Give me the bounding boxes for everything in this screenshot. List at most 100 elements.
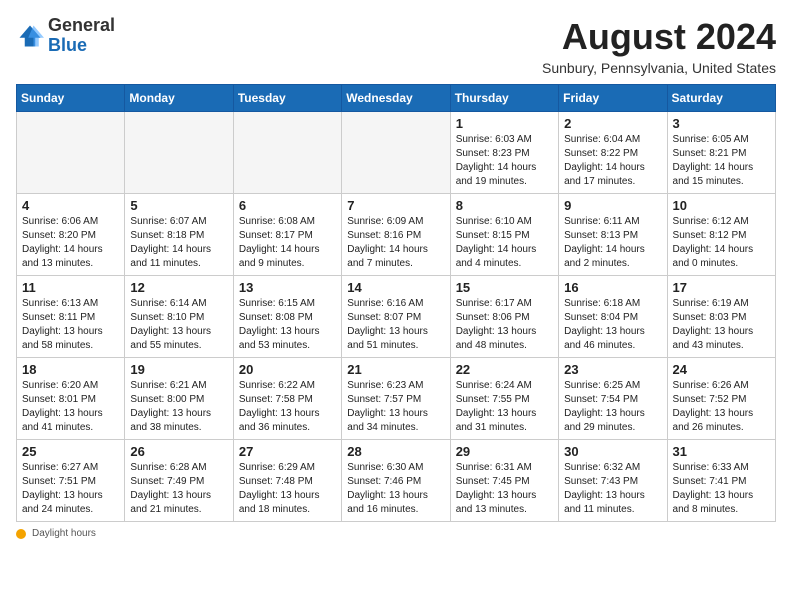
cell-sun-info: Sunrise: 6:27 AMSunset: 7:51 PMDaylight:… — [22, 461, 119, 517]
day-of-week-header: Sunday — [17, 85, 125, 112]
cell-day-number: 8 — [456, 198, 553, 213]
calendar-cell: 9 Sunrise: 6:11 AMSunset: 8:13 PMDaylight… — [559, 194, 667, 276]
cell-sun-info: Sunrise: 6:10 AMSunset: 8:15 PMDaylight:… — [456, 215, 553, 271]
cell-sun-info: Sunrise: 6:19 AMSunset: 8:03 PMDaylight:… — [673, 297, 770, 353]
cell-daylight: Daylight: 13 hours and 48 minutes. — [456, 325, 553, 353]
calendar-cell: 13Sunrise: 6:15 AMSunset: 8:08 PMDayligh… — [233, 276, 341, 358]
cell-sunset: Sunset: 7:51 PM — [22, 475, 119, 489]
cell-sunset: Sunset: 7:49 PM — [130, 475, 227, 489]
cell-day-number: 15 — [456, 280, 553, 295]
calendar-cell: 6Sunrise: 6:08 AMSunset: 8:17 PMDaylight… — [233, 194, 341, 276]
cell-sunset: Sunset: 7:45 PM — [456, 475, 553, 489]
cell-day-number: 26 — [130, 444, 227, 459]
cell-sunset: Sunset: 8:13 PM — [564, 229, 661, 243]
calendar-week-row: 18Sunrise: 6:20 AMSunset: 8:01 PMDayligh… — [17, 358, 776, 440]
cell-sunset: Sunset: 7:58 PM — [239, 393, 336, 407]
cell-sunset: Sunset: 7:54 PM — [564, 393, 661, 407]
cell-sun-info: Sunrise: 6:29 AMSunset: 7:48 PMDaylight:… — [239, 461, 336, 517]
calendar-cell: 16Sunrise: 6:18 AMSunset: 8:04 PMDayligh… — [559, 276, 667, 358]
cell-sunset: Sunset: 8:18 PM — [130, 229, 227, 243]
cell-sunset: Sunset: 8:22 PM — [564, 147, 661, 161]
day-of-week-header: Saturday — [667, 85, 775, 112]
calendar-week-row: 25 Sunrise: 6:27 AMSunset: 7:51 PMDayligh… — [17, 440, 776, 522]
cell-sun-info: Sunrise: 6:28 AMSunset: 7:49 PMDaylight:… — [130, 461, 227, 517]
cell-sun-info: Sunrise: 6:22 AMSunset: 7:58 PMDaylight:… — [239, 379, 336, 435]
cell-sunrise: Sunrise: 6:20 AM — [22, 379, 119, 393]
cell-sun-info: Sunrise: 6:06 AMSunset: 8:20 PMDaylight:… — [22, 215, 119, 271]
cell-sun-info: Sunrise: 6:17 AMSunset: 8:06 PMDaylight:… — [456, 297, 553, 353]
calendar-cell: 20Sunrise: 6:22 AMSunset: 7:58 PMDayligh… — [233, 358, 341, 440]
cell-day-number: 21 — [347, 362, 444, 377]
calendar-cell — [125, 112, 233, 194]
cell-sun-info: Sunrise: 6:13 AMSunset: 8:11 PMDaylight:… — [22, 297, 119, 353]
calendar-week-row: 1Sunrise: 6:03 AMSunset: 8:23 PMDaylight… — [17, 112, 776, 194]
cell-sunrise: Sunrise: 6:29 AM — [239, 461, 336, 475]
cell-sunrise: Sunrise: 6:31 AM — [456, 461, 553, 475]
cell-day-number: 11 — [22, 280, 119, 295]
cell-sunrise: Sunrise: 6:04 AM — [564, 133, 661, 147]
cell-sunset: Sunset: 8:10 PM — [130, 311, 227, 325]
calendar-cell: 1Sunrise: 6:03 AMSunset: 8:23 PMDaylight… — [450, 112, 558, 194]
cell-day-number: 25 — [22, 444, 119, 459]
cell-sunrise: Sunrise: 6:19 AM — [673, 297, 770, 311]
cell-sunrise: Sunrise: 6:24 AM — [456, 379, 553, 393]
calendar-cell: 19Sunrise: 6:21 AMSunset: 8:00 PMDayligh… — [125, 358, 233, 440]
cell-daylight: Daylight: 13 hours and 26 minutes. — [673, 407, 770, 435]
calendar-cell: 29 Sunrise: 6:31 AMSunset: 7:45 PMDayligh… — [450, 440, 558, 522]
day-of-week-header: Tuesday — [233, 85, 341, 112]
cell-sun-info: Sunrise: 6:31 AMSunset: 7:45 PMDaylight:… — [456, 461, 553, 517]
cell-day-number: 7 — [347, 198, 444, 213]
cell-sunset: Sunset: 8:16 PM — [347, 229, 444, 243]
day-of-week-header: Thursday — [450, 85, 558, 112]
cell-sunset: Sunset: 8:20 PM — [22, 229, 119, 243]
cell-day-number: 22 — [456, 362, 553, 377]
cell-sun-info: Sunrise: 6:11 AMSunset: 8:13 PMDaylight:… — [564, 215, 661, 271]
cell-day-number: 24 — [673, 362, 770, 377]
cell-sun-info: Sunrise: 6:12 AMSunset: 8:12 PMDaylight:… — [673, 215, 770, 271]
cell-sunset: Sunset: 8:00 PM — [130, 393, 227, 407]
calendar-cell: 21 Sunrise: 6:23 AMSunset: 7:57 PMDayligh… — [342, 358, 450, 440]
cell-sun-info: Sunrise: 6:23 AMSunset: 7:57 PMDaylight:… — [347, 379, 444, 435]
cell-sunset: Sunset: 7:46 PM — [347, 475, 444, 489]
cell-sun-info: Sunrise: 6:04 AMSunset: 8:22 PMDaylight:… — [564, 133, 661, 189]
calendar-cell: 24 Sunrise: 6:26 AMSunset: 7:52 PMDayligh… — [667, 358, 775, 440]
cell-daylight: Daylight: 13 hours and 11 minutes. — [564, 489, 661, 517]
cell-daylight: Daylight: 14 hours and 11 minutes. — [130, 243, 227, 271]
cell-sunrise: Sunrise: 6:08 AM — [239, 215, 336, 229]
cell-daylight: Daylight: 14 hours and 0 minutes. — [673, 243, 770, 271]
cell-sunrise: Sunrise: 6:09 AM — [347, 215, 444, 229]
calendar-cell: 10Sunrise: 6:12 AMSunset: 8:12 PMDayligh… — [667, 194, 775, 276]
cell-sunset: Sunset: 7:57 PM — [347, 393, 444, 407]
cell-sunrise: Sunrise: 6:10 AM — [456, 215, 553, 229]
cell-day-number: 5 — [130, 198, 227, 213]
calendar-cell: 31Sunrise: 6:33 AMSunset: 7:41 PMDayligh… — [667, 440, 775, 522]
cell-sunset: Sunset: 8:23 PM — [456, 147, 553, 161]
cell-sun-info: Sunrise: 6:30 AMSunset: 7:46 PMDaylight:… — [347, 461, 444, 517]
cell-sun-info: Sunrise: 6:26 AMSunset: 7:52 PMDaylight:… — [673, 379, 770, 435]
calendar-cell: 17Sunrise: 6:19 AMSunset: 8:03 PMDayligh… — [667, 276, 775, 358]
cell-sunrise: Sunrise: 6:23 AM — [347, 379, 444, 393]
cell-day-number: 29 — [456, 444, 553, 459]
day-of-week-header: Monday — [125, 85, 233, 112]
cell-daylight: Daylight: 14 hours and 2 minutes. — [564, 243, 661, 271]
cell-day-number: 9 — [564, 198, 661, 213]
cell-sunrise: Sunrise: 6:14 AM — [130, 297, 227, 311]
calendar-cell: 8 Sunrise: 6:10 AMSunset: 8:15 PMDaylight… — [450, 194, 558, 276]
calendar-cell: 28Sunrise: 6:30 AMSunset: 7:46 PMDayligh… — [342, 440, 450, 522]
cell-sunset: Sunset: 8:17 PM — [239, 229, 336, 243]
logo-icon — [16, 22, 44, 50]
cell-daylight: Daylight: 13 hours and 46 minutes. — [564, 325, 661, 353]
cell-day-number: 27 — [239, 444, 336, 459]
cell-daylight: Daylight: 13 hours and 16 minutes. — [347, 489, 444, 517]
cell-sunset: Sunset: 8:15 PM — [456, 229, 553, 243]
cell-daylight: Daylight: 13 hours and 8 minutes. — [673, 489, 770, 517]
calendar-week-row: 11 Sunrise: 6:13 AMSunset: 8:11 PMDayligh… — [17, 276, 776, 358]
cell-day-number: 12 — [130, 280, 227, 295]
cell-daylight: Daylight: 13 hours and 18 minutes. — [239, 489, 336, 517]
cell-day-number: 13 — [239, 280, 336, 295]
cell-daylight: Daylight: 14 hours and 19 minutes. — [456, 161, 553, 189]
cell-sunset: Sunset: 8:01 PM — [22, 393, 119, 407]
day-of-week-header: Wednesday — [342, 85, 450, 112]
cell-day-number: 2 — [564, 116, 661, 131]
cell-sun-info: Sunrise: 6:21 AMSunset: 8:00 PMDaylight:… — [130, 379, 227, 435]
